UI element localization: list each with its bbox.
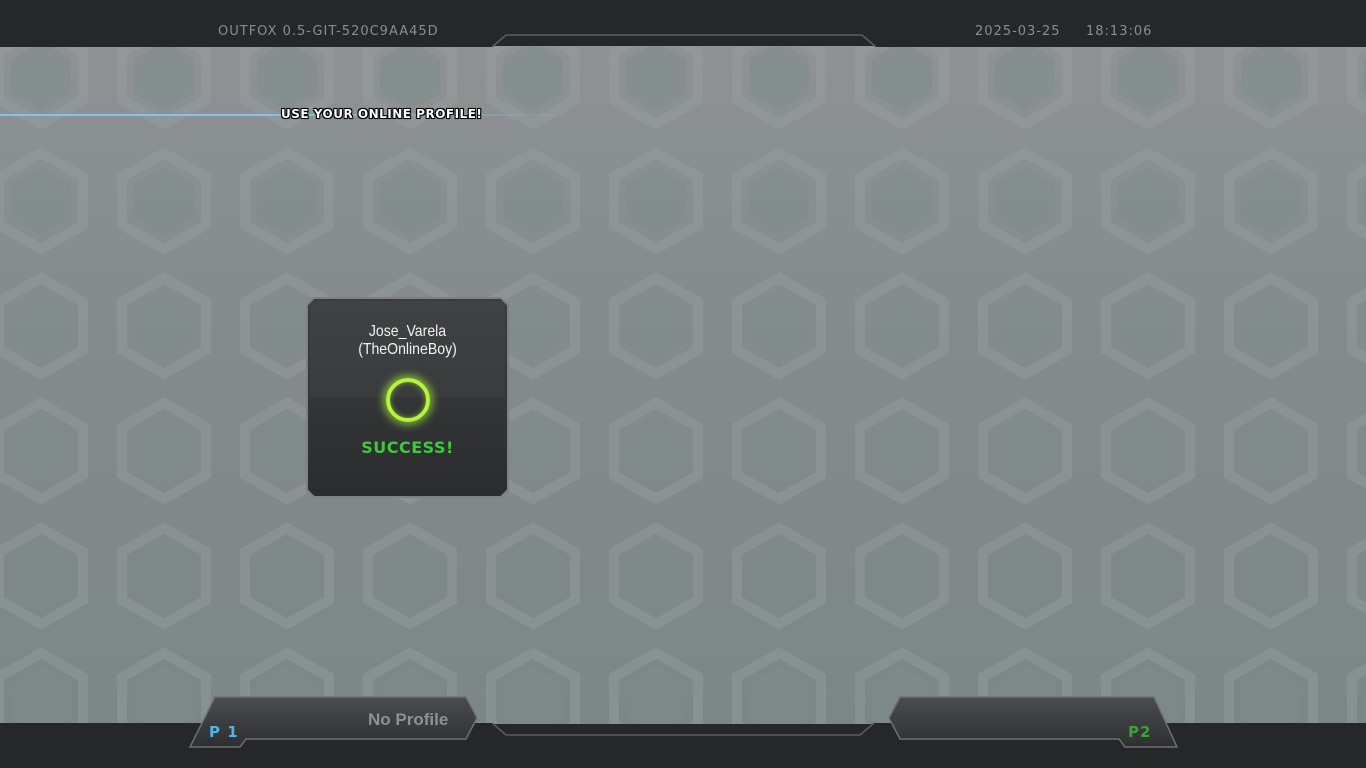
profile-card[interactable]: Jose_Varela (TheOnlineBoy) SUCCESS!: [306, 297, 509, 498]
status-text: SUCCESS!: [361, 438, 454, 457]
time-text: 18:13:06: [1086, 24, 1153, 39]
version-text: OUTFOX 0.5-GIT-520C9AA45D: [218, 24, 439, 39]
screen: OUTFOX 0.5-GIT-520C9AA45D 2025-03-25 18:…: [0, 0, 1366, 768]
p2-label: P2: [1128, 723, 1152, 741]
screen-title: USE YOUR ONLINE PROFILE!: [281, 107, 483, 121]
success-ring-icon: [386, 378, 430, 422]
p1-profile-name: No Profile: [368, 710, 449, 729]
profile-name: Jose_Varela (TheOnlineBoy): [358, 323, 457, 358]
p1-label: P 1: [209, 723, 239, 741]
date-text: 2025-03-25: [975, 24, 1061, 39]
